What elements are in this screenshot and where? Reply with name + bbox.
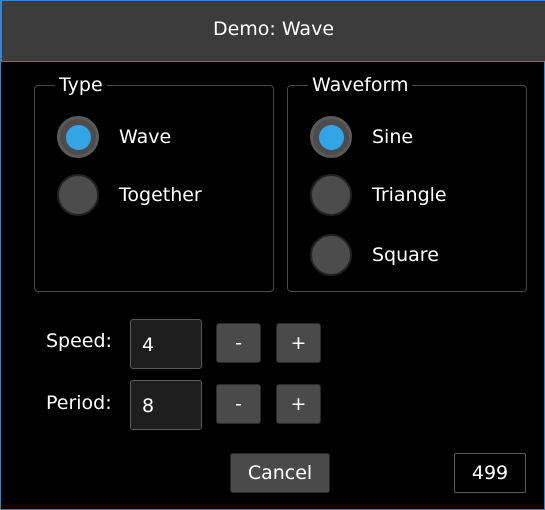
cancel-button[interactable]: Cancel: [230, 453, 330, 493]
radio-label-together: Together: [119, 184, 202, 206]
type-group-legend: Type: [55, 73, 107, 97]
window-title: Demo: Wave: [212, 18, 335, 40]
waveform-option-sine[interactable]: Sine: [310, 116, 413, 158]
period-decrease-button[interactable]: -: [216, 384, 261, 424]
speed-increase-button[interactable]: +: [276, 323, 321, 363]
radio-together[interactable]: [57, 174, 99, 216]
radio-label-wave: Wave: [119, 126, 172, 148]
waveform-option-square[interactable]: Square: [310, 234, 439, 276]
waveform-option-triangle[interactable]: Triangle: [310, 174, 447, 216]
type-option-together[interactable]: Together: [57, 174, 202, 216]
waveform-group-legend: Waveform: [308, 73, 413, 97]
radio-label-square: Square: [372, 244, 439, 266]
radio-triangle[interactable]: [310, 174, 352, 216]
waveform-group: Waveform Sine Triangle Square: [287, 73, 527, 292]
dialog-window: Demo: Wave Type Wave Together Waveform S…: [0, 0, 545, 510]
radio-label-sine: Sine: [372, 126, 414, 148]
type-group: Type Wave Together: [34, 73, 274, 292]
speed-decrease-button[interactable]: -: [216, 323, 261, 363]
radio-sine[interactable]: [310, 116, 352, 158]
period-label: Period:: [46, 392, 112, 414]
radio-square[interactable]: [310, 234, 352, 276]
title-bar[interactable]: Demo: Wave: [1, 0, 545, 62]
counter-display: 499: [454, 453, 526, 493]
radio-label-triangle: Triangle: [372, 184, 447, 206]
period-value-field[interactable]: 8: [130, 380, 202, 430]
radio-wave[interactable]: [57, 116, 99, 158]
type-option-wave[interactable]: Wave: [57, 116, 171, 158]
period-increase-button[interactable]: +: [276, 384, 321, 424]
speed-label: Speed:: [46, 330, 112, 352]
speed-value-field[interactable]: 4: [130, 319, 202, 369]
